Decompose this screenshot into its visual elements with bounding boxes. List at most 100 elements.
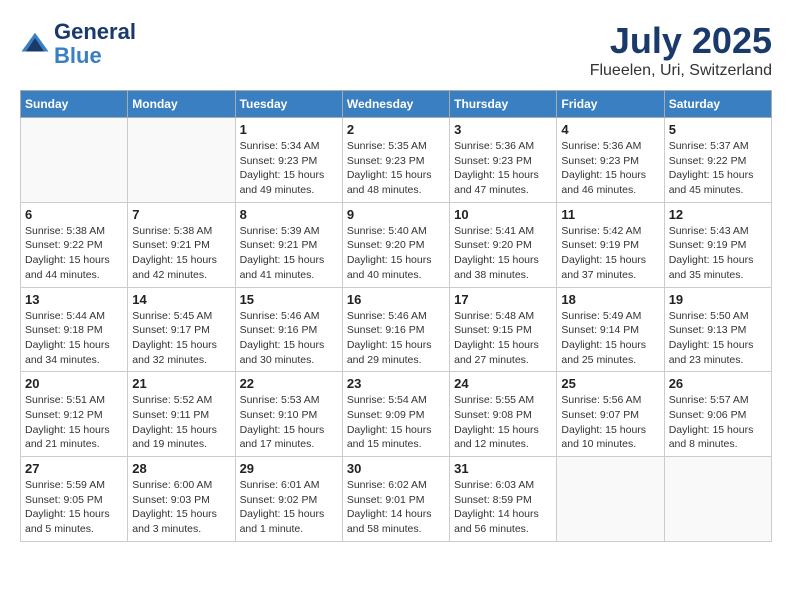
day-number: 29 [240,461,338,476]
calendar-day-cell: 2 Sunrise: 5:35 AM Sunset: 9:23 PM Daylig… [342,118,449,203]
day-info: Sunrise: 5:54 AM Sunset: 9:09 PM Dayligh… [347,393,445,452]
calendar-day-cell: 6Sunrise: 5:38 AM Sunset: 9:22 PM Daylig… [21,202,128,287]
day-number: 18 [561,292,659,307]
page-header: General Blue July 2025 Flueelen, Uri, Sw… [20,20,772,80]
day-number: 17 [454,292,552,307]
calendar-day-cell: 26 Sunrise: 5:57 AM Sunset: 9:06 PM Dayli… [664,372,771,457]
day-info: Sunrise: 5:55 AM Sunset: 9:08 PM Dayligh… [454,393,552,452]
day-number: 30 [347,461,445,476]
day-info: Sunrise: 5:46 AM Sunset: 9:16 PM Dayligh… [240,309,338,368]
weekday-cell: Friday [557,91,664,118]
calendar-day-cell: 11 Sunrise: 5:42 AM Sunset: 9:19 PM Dayli… [557,202,664,287]
calendar-day-cell: 30 Sunrise: 6:02 AM Sunset: 9:01 PM Dayli… [342,457,449,542]
day-number: 24 [454,376,552,391]
logo-line2: Blue [54,44,136,68]
day-number: 10 [454,207,552,222]
calendar-day-cell: 8Sunrise: 5:39 AM Sunset: 9:21 PM Daylig… [235,202,342,287]
day-number: 8 [240,207,338,222]
calendar-day-cell: 12 Sunrise: 5:43 AM Sunset: 9:19 PM Dayli… [664,202,771,287]
calendar-day-cell: 3Sunrise: 5:36 AM Sunset: 9:23 PM Daylig… [450,118,557,203]
day-info: Sunrise: 6:01 AM Sunset: 9:02 PM Dayligh… [240,478,338,537]
day-info: Sunrise: 5:45 AM Sunset: 9:17 PM Dayligh… [132,309,230,368]
calendar-day-cell: 20 Sunrise: 5:51 AM Sunset: 9:12 PM Dayli… [21,372,128,457]
calendar-day-cell: 1Sunrise: 5:34 AM Sunset: 9:23 PM Daylig… [235,118,342,203]
logo-icon [20,29,50,59]
weekday-header-row: SundayMondayTuesdayWednesdayThursdayFrid… [21,91,772,118]
day-number: 15 [240,292,338,307]
calendar-day-cell: 9 Sunrise: 5:40 AM Sunset: 9:20 PM Daylig… [342,202,449,287]
day-number: 7 [132,207,230,222]
day-info: Sunrise: 5:52 AM Sunset: 9:11 PM Dayligh… [132,393,230,452]
day-number: 14 [132,292,230,307]
day-number: 28 [132,461,230,476]
day-number: 9 [347,207,445,222]
day-number: 2 [347,122,445,137]
day-number: 11 [561,207,659,222]
calendar-week-row: 27 Sunrise: 5:59 AM Sunset: 9:05 PM Dayli… [21,457,772,542]
day-number: 27 [25,461,123,476]
day-info: Sunrise: 6:00 AM Sunset: 9:03 PM Dayligh… [132,478,230,537]
calendar-day-cell: 25 Sunrise: 5:56 AM Sunset: 9:07 PM Dayli… [557,372,664,457]
day-number: 26 [669,376,767,391]
weekday-cell: Sunday [21,91,128,118]
calendar-day-cell [664,457,771,542]
day-info: Sunrise: 5:44 AM Sunset: 9:18 PM Dayligh… [25,309,123,368]
calendar-day-cell: 27 Sunrise: 5:59 AM Sunset: 9:05 PM Dayli… [21,457,128,542]
day-info: Sunrise: 5:42 AM Sunset: 9:19 PM Dayligh… [561,224,659,283]
calendar-day-cell: 4Sunrise: 5:36 AM Sunset: 9:23 PM Daylig… [557,118,664,203]
calendar-day-cell: 22 Sunrise: 5:53 AM Sunset: 9:10 PM Dayli… [235,372,342,457]
day-info: Sunrise: 5:56 AM Sunset: 9:07 PM Dayligh… [561,393,659,452]
day-info: Sunrise: 5:53 AM Sunset: 9:10 PM Dayligh… [240,393,338,452]
day-number: 5 [669,122,767,137]
day-number: 25 [561,376,659,391]
calendar-day-cell: 7 Sunrise: 5:38 AM Sunset: 9:21 PM Daylig… [128,202,235,287]
weekday-cell: Wednesday [342,91,449,118]
day-number: 6 [25,207,123,222]
day-number: 21 [132,376,230,391]
day-number: 13 [25,292,123,307]
weekday-cell: Monday [128,91,235,118]
calendar-day-cell: 17Sunrise: 5:48 AM Sunset: 9:15 PM Dayli… [450,287,557,372]
day-info: Sunrise: 5:40 AM Sunset: 9:20 PM Dayligh… [347,224,445,283]
calendar-day-cell: 13 Sunrise: 5:44 AM Sunset: 9:18 PM Dayli… [21,287,128,372]
calendar-week-row: 20 Sunrise: 5:51 AM Sunset: 9:12 PM Dayli… [21,372,772,457]
day-info: Sunrise: 5:38 AM Sunset: 9:21 PM Dayligh… [132,224,230,283]
day-number: 3 [454,122,552,137]
calendar-day-cell: 5 Sunrise: 5:37 AM Sunset: 9:22 PM Daylig… [664,118,771,203]
calendar-table: SundayMondayTuesdayWednesdayThursdayFrid… [20,90,772,542]
day-info: Sunrise: 5:34 AM Sunset: 9:23 PM Dayligh… [240,139,338,198]
calendar-day-cell: 15 Sunrise: 5:46 AM Sunset: 9:16 PM Dayli… [235,287,342,372]
day-info: Sunrise: 5:41 AM Sunset: 9:20 PM Dayligh… [454,224,552,283]
title-block: July 2025 Flueelen, Uri, Switzerland [590,20,772,80]
day-info: Sunrise: 5:50 AM Sunset: 9:13 PM Dayligh… [669,309,767,368]
day-info: Sunrise: 5:51 AM Sunset: 9:12 PM Dayligh… [25,393,123,452]
calendar-day-cell: 21 Sunrise: 5:52 AM Sunset: 9:11 PM Dayli… [128,372,235,457]
calendar-day-cell: 29 Sunrise: 6:01 AM Sunset: 9:02 PM Dayli… [235,457,342,542]
calendar-week-row: 13 Sunrise: 5:44 AM Sunset: 9:18 PM Dayli… [21,287,772,372]
day-info: Sunrise: 5:36 AM Sunset: 9:23 PM Dayligh… [561,139,659,198]
location-title: Flueelen, Uri, Switzerland [590,62,772,80]
day-number: 31 [454,461,552,476]
day-info: Sunrise: 5:35 AM Sunset: 9:23 PM Dayligh… [347,139,445,198]
day-info: Sunrise: 6:02 AM Sunset: 9:01 PM Dayligh… [347,478,445,537]
calendar-day-cell: 23 Sunrise: 5:54 AM Sunset: 9:09 PM Dayli… [342,372,449,457]
day-info: Sunrise: 5:37 AM Sunset: 9:22 PM Dayligh… [669,139,767,198]
day-number: 23 [347,376,445,391]
weekday-cell: Tuesday [235,91,342,118]
logo-text: General Blue [54,20,136,68]
calendar-day-cell: 19 Sunrise: 5:50 AM Sunset: 9:13 PM Dayli… [664,287,771,372]
calendar-day-cell: 31 Sunrise: 6:03 AM Sunset: 8:59 PM Dayli… [450,457,557,542]
calendar-day-cell [21,118,128,203]
month-title: July 2025 [590,20,772,62]
day-info: Sunrise: 5:57 AM Sunset: 9:06 PM Dayligh… [669,393,767,452]
day-info: Sunrise: 5:43 AM Sunset: 9:19 PM Dayligh… [669,224,767,283]
day-number: 19 [669,292,767,307]
day-number: 22 [240,376,338,391]
day-number: 12 [669,207,767,222]
weekday-cell: Saturday [664,91,771,118]
day-info: Sunrise: 5:59 AM Sunset: 9:05 PM Dayligh… [25,478,123,537]
day-info: Sunrise: 6:03 AM Sunset: 8:59 PM Dayligh… [454,478,552,537]
calendar-day-cell: 10 Sunrise: 5:41 AM Sunset: 9:20 PM Dayli… [450,202,557,287]
day-number: 20 [25,376,123,391]
calendar-body: 1Sunrise: 5:34 AM Sunset: 9:23 PM Daylig… [21,118,772,542]
